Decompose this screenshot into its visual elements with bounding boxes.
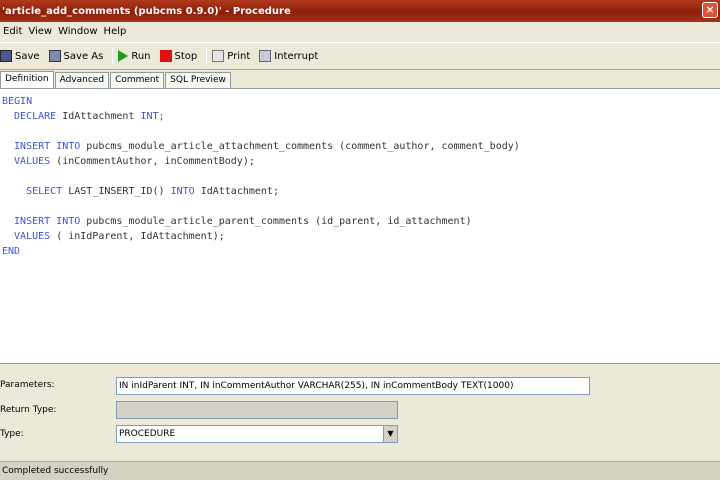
- window-title: 'article_add_comments (pubcms 0.9.0)' - …: [2, 5, 291, 17]
- code-keyword: VALUES: [2, 231, 57, 242]
- save-as-label: Save As: [63, 50, 104, 62]
- type-select[interactable]: PROCEDURE ▼: [116, 425, 398, 443]
- parameters-label: Parameters:: [0, 380, 55, 390]
- code-text: (inCommentAuthor, inCommentBody);: [56, 156, 255, 167]
- code-line: END: [2, 244, 720, 259]
- close-icon[interactable]: ×: [702, 2, 718, 18]
- chevron-down-icon[interactable]: ▼: [383, 426, 397, 442]
- code-keyword: SELECT: [2, 186, 69, 197]
- type-label: Type:: [0, 429, 24, 439]
- menu-help[interactable]: Help: [101, 26, 130, 37]
- return-type-label: Return Type:: [0, 405, 57, 415]
- menu-view[interactable]: View: [25, 26, 55, 37]
- save-icon: [0, 50, 12, 62]
- code-line: INSERT INTO pubcms_module_article_parent…: [2, 214, 720, 229]
- run-label: Run: [131, 50, 151, 62]
- stop-label: Stop: [174, 50, 198, 62]
- code-text: pubcms_module_article_attachment_comment…: [86, 141, 520, 152]
- code-keyword: DECLARE: [2, 111, 63, 122]
- sql-editor[interactable]: BEGIN DECLARE IdAttachment INT; INSERT I…: [0, 88, 720, 364]
- code-text: LAST_INSERT_ID(): [68, 186, 171, 197]
- code-keyword: INTO: [170, 186, 201, 197]
- code-keyword: INSERT INTO: [2, 216, 87, 227]
- toolbar-separator: [206, 47, 208, 65]
- tab-sql-preview[interactable]: SQL Preview: [165, 72, 231, 88]
- print-label: Print: [227, 50, 251, 62]
- save-label: Save: [15, 50, 40, 62]
- tab-comment[interactable]: Comment: [110, 72, 165, 88]
- code-keyword: END: [2, 246, 21, 257]
- tab-strip: Definition Advanced Comment SQL Preview: [0, 71, 720, 88]
- properties-panel: Parameters: IN inIdParent INT, IN inComm…: [0, 366, 720, 460]
- run-button[interactable]: Run: [118, 50, 151, 62]
- toolbar: Save Save As Run Stop Print Interrupt: [0, 42, 720, 70]
- menu-window[interactable]: Window: [55, 26, 100, 37]
- tab-advanced[interactable]: Advanced: [54, 72, 110, 88]
- print-button[interactable]: Print: [212, 50, 250, 62]
- code-text: IdAttachment;: [200, 186, 279, 197]
- tab-definition[interactable]: Definition: [0, 71, 54, 88]
- stop-button[interactable]: Stop: [159, 50, 198, 62]
- toolbar-separator: [112, 47, 114, 65]
- code-keyword: INSERT INTO: [2, 141, 87, 152]
- code-line: INSERT INTO pubcms_module_article_attach…: [2, 139, 720, 154]
- code-keyword: INT;: [140, 111, 165, 122]
- status-bar: Completed successfully: [0, 461, 720, 480]
- code-line: VALUES ( inIdParent, IdAttachment);: [2, 229, 720, 244]
- code-line: VALUES (inCommentAuthor, inCommentBody);: [2, 154, 720, 169]
- code-line: SELECT LAST_INSERT_ID() INTO IdAttachmen…: [2, 184, 720, 199]
- interrupt-label: Interrupt: [274, 50, 319, 62]
- menu-bar: Edit View Window Help: [0, 22, 720, 41]
- print-icon: [212, 50, 225, 62]
- parameters-field[interactable]: IN inIdParent INT, IN inCommentAuthor VA…: [116, 377, 590, 395]
- save-button[interactable]: Save: [0, 50, 40, 62]
- interrupt-icon: [259, 50, 272, 62]
- code-line: BEGIN: [2, 94, 720, 109]
- stop-icon: [159, 50, 172, 62]
- type-select-value: PROCEDURE: [119, 429, 176, 439]
- save-as-button[interactable]: Save As: [48, 50, 104, 62]
- code-text: ( inIdParent, IdAttachment);: [56, 231, 225, 242]
- code-keyword: VALUES: [2, 156, 57, 167]
- code-keyword: BEGIN: [2, 96, 33, 107]
- return-type-field: [116, 401, 398, 419]
- status-text: Completed successfully: [2, 466, 109, 476]
- code-text: IdAttachment: [62, 111, 141, 122]
- interrupt-button[interactable]: Interrupt: [259, 50, 318, 62]
- save-as-icon: [48, 50, 61, 62]
- menu-edit[interactable]: Edit: [0, 26, 25, 37]
- title-bar: 'article_add_comments (pubcms 0.9.0)' - …: [0, 0, 720, 22]
- code-line: DECLARE IdAttachment INT;: [2, 109, 720, 124]
- run-icon: [118, 50, 129, 62]
- code-text: pubcms_module_article_parent_comments (i…: [86, 216, 472, 227]
